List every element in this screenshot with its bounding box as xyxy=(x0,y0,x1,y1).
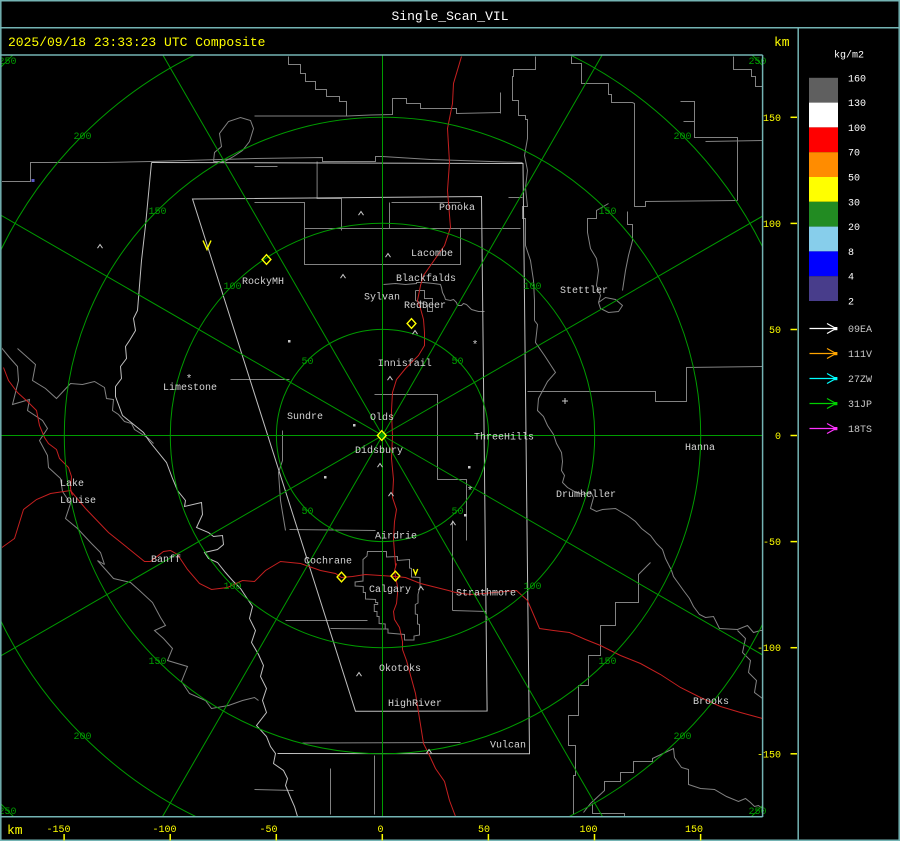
svg-text:Innisfail: Innisfail xyxy=(378,358,432,370)
svg-text:09EA: 09EA xyxy=(848,325,872,336)
svg-text:Okotoks: Okotoks xyxy=(379,663,421,675)
svg-text:kg/m2: kg/m2 xyxy=(834,50,864,62)
svg-text:30: 30 xyxy=(848,198,860,209)
svg-text:-100: -100 xyxy=(757,644,781,655)
svg-text:HighRiver: HighRiver xyxy=(388,698,442,710)
svg-text:RockyMH: RockyMH xyxy=(242,276,284,288)
svg-text:RedDeer: RedDeer xyxy=(404,300,446,312)
svg-text:Louise: Louise xyxy=(60,495,96,507)
svg-text:Brooks: Brooks xyxy=(693,696,729,708)
svg-text:250: 250 xyxy=(0,57,17,68)
svg-text:100: 100 xyxy=(763,220,781,231)
svg-text:Didsbury: Didsbury xyxy=(355,445,403,457)
svg-text:150: 150 xyxy=(763,114,781,125)
svg-text:-50: -50 xyxy=(260,825,278,836)
svg-text:20: 20 xyxy=(848,223,860,234)
svg-text:-150: -150 xyxy=(47,825,71,836)
svg-text:111V: 111V xyxy=(848,350,872,361)
svg-text:50: 50 xyxy=(451,357,463,368)
svg-text:2: 2 xyxy=(848,298,854,309)
svg-text:50: 50 xyxy=(301,357,313,368)
svg-text:ThreeHills: ThreeHills xyxy=(474,432,534,444)
svg-text:250: 250 xyxy=(748,57,766,68)
svg-text:150: 150 xyxy=(598,207,616,218)
svg-text:0: 0 xyxy=(775,432,781,443)
svg-text:8: 8 xyxy=(848,248,854,259)
svg-text:Lake: Lake xyxy=(60,478,84,490)
svg-text:160: 160 xyxy=(848,74,866,85)
svg-text:Cochrane: Cochrane xyxy=(304,556,352,568)
svg-text:Olds: Olds xyxy=(370,412,394,424)
svg-text:km: km xyxy=(774,35,790,50)
svg-text:*: * xyxy=(472,340,479,352)
svg-text:Stettler: Stettler xyxy=(560,285,608,297)
svg-text:-150: -150 xyxy=(757,750,781,761)
svg-text:*: * xyxy=(467,486,474,498)
svg-text:150: 150 xyxy=(598,657,616,668)
svg-text:18TS: 18TS xyxy=(848,425,872,436)
svg-text:Calgary: Calgary xyxy=(369,584,411,596)
svg-text:Hanna: Hanna xyxy=(685,443,715,454)
svg-text:2025/09/18 23:33:23 UTC Compos: 2025/09/18 23:33:23 UTC Composite xyxy=(8,35,265,50)
svg-text:100: 100 xyxy=(523,282,541,293)
svg-text:27ZW: 27ZW xyxy=(848,375,872,386)
svg-text:100: 100 xyxy=(523,582,541,593)
svg-text:Sylvan: Sylvan xyxy=(364,292,400,304)
svg-text:31JP: 31JP xyxy=(848,400,872,411)
svg-text:200: 200 xyxy=(73,132,91,143)
svg-text:Drumheller: Drumheller xyxy=(556,489,616,501)
svg-text:Blackfalds: Blackfalds xyxy=(396,273,456,285)
svg-text:70: 70 xyxy=(848,149,860,160)
svg-text:100: 100 xyxy=(848,124,866,135)
svg-text:200: 200 xyxy=(673,132,691,143)
svg-text:50: 50 xyxy=(301,507,313,518)
svg-text:km: km xyxy=(7,823,23,838)
svg-text:Airdrie: Airdrie xyxy=(375,531,417,543)
svg-text:50: 50 xyxy=(848,174,860,185)
svg-text:-50: -50 xyxy=(763,538,781,549)
svg-text:Limestone: Limestone xyxy=(163,382,217,394)
svg-text:Banff: Banff xyxy=(151,554,181,566)
svg-text:100: 100 xyxy=(223,282,241,293)
svg-text:Lacombe: Lacombe xyxy=(411,248,453,260)
svg-text:Sundre: Sundre xyxy=(287,411,323,423)
svg-text:150: 150 xyxy=(148,207,166,218)
svg-text:Single_Scan_VIL: Single_Scan_VIL xyxy=(391,9,508,24)
svg-text:200: 200 xyxy=(73,732,91,743)
svg-text:50: 50 xyxy=(769,326,781,337)
svg-text:100: 100 xyxy=(223,582,241,593)
svg-text:200: 200 xyxy=(673,732,691,743)
svg-text:Vulcan: Vulcan xyxy=(490,740,526,752)
svg-text:50: 50 xyxy=(451,507,463,518)
svg-text:Ponoka: Ponoka xyxy=(439,202,475,214)
svg-text:150: 150 xyxy=(148,657,166,668)
svg-text:130: 130 xyxy=(848,99,866,110)
svg-text:Strathmore: Strathmore xyxy=(456,588,516,600)
svg-text:-100: -100 xyxy=(153,825,177,836)
svg-text:4: 4 xyxy=(848,273,854,284)
